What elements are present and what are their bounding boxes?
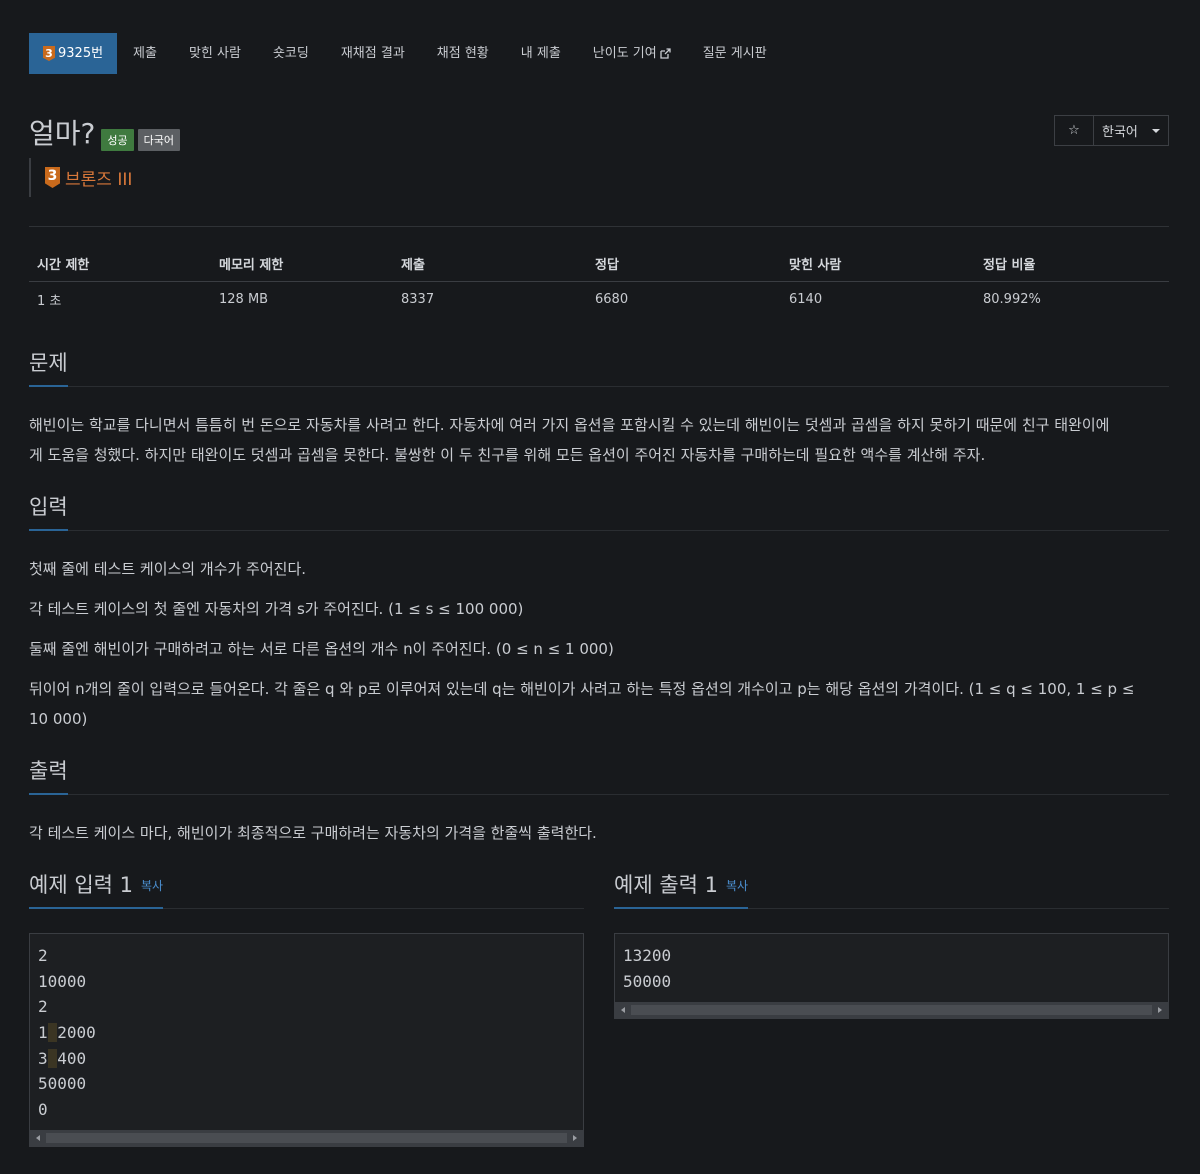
problem-page: 3 9325번 제출 맞힌 사람 숏코딩 재채점 결과 채점 현황 내 제출 난…: [0, 0, 1200, 1174]
value-solved-users: 6140: [789, 292, 823, 307]
sample-input-lines: 2 10000 2 1 2000 3 400 50000 0: [30, 934, 583, 1123]
sample-input-title: 예제 입력 1: [29, 873, 133, 897]
sample-input-token: 400: [57, 1048, 87, 1068]
sample-output-title: 예제 출력 1: [614, 873, 718, 897]
scrollbar-thumb[interactable]: [46, 1133, 567, 1143]
star-icon: ☆: [1068, 123, 1080, 138]
sample-output-heading: 예제 출력 1 복사: [614, 870, 749, 909]
language-select[interactable]: 한국어: [1094, 115, 1169, 146]
tier-name[interactable]: 브론즈 III: [65, 165, 132, 190]
bronze-tier-icon: 3: [43, 46, 55, 61]
tab-judge-status[interactable]: 채점 현황: [421, 33, 505, 74]
scroll-left-arrow-icon[interactable]: [36, 1135, 40, 1141]
value-time-limit: 1 초: [37, 294, 62, 309]
problem-stats-table: 시간 제한 메모리 제한 제출 정답 맞힌 사람 정답 비율 1 초 128 M…: [29, 246, 1169, 317]
external-link-icon: [660, 48, 671, 59]
tab-problem[interactable]: 3 9325번: [29, 33, 118, 74]
problem-tier: 3 브론즈 III: [29, 158, 132, 197]
stats-value-row: 1 초 128 MB 8337 6680 6140 80.992%: [29, 282, 1169, 317]
output-paragraph-1: 각 테스트 케이스 마다, 해빈이가 최종적으로 구매하려는 자동차의 가격을 …: [29, 824, 597, 842]
success-label: 성공: [101, 129, 134, 151]
multilang-label[interactable]: 다국어: [137, 129, 181, 151]
header-memory-limit: 메모리 제한: [219, 258, 284, 273]
problem-nav: 3 9325번 제출 맞힌 사람 숏코딩 재채점 결과 채점 현황 내 제출 난…: [29, 33, 783, 74]
tab-difficulty-label: 난이도 기여: [592, 46, 657, 61]
sample-input-heading: 예제 입력 1 복사: [29, 870, 164, 909]
input-paragraph-4-line: 뒤이어 n개의 줄이 입력으로 들어온다. 각 줄은 q 와 p로 이루어져 있…: [29, 680, 1135, 698]
header-submissions: 제출: [401, 258, 425, 273]
input-paragraph-3: 둘째 줄엔 해빈이가 구매하려고 하는 서로 다른 옵션의 개수 n이 주어진다…: [29, 640, 614, 658]
tab-my-submissions[interactable]: 내 제출: [505, 33, 577, 74]
value-memory-limit: 128 MB: [219, 292, 269, 307]
sample-output-box[interactable]: 13200 50000: [614, 933, 1169, 1019]
output-section-header: 출력: [29, 756, 1169, 795]
bronze-tier-icon: 3: [45, 167, 60, 188]
tab-rejudge-results[interactable]: 재채점 결과: [325, 33, 421, 74]
output-heading: 출력: [29, 756, 68, 795]
scrollbar-thumb[interactable]: [631, 1005, 1152, 1015]
scroll-right-arrow-icon[interactable]: [1158, 1007, 1162, 1013]
whitespace-highlight: [47, 1048, 58, 1068]
sample-input-line: 50000: [38, 1074, 87, 1094]
input-heading: 입력: [29, 492, 68, 531]
value-accepted: 6680: [595, 292, 629, 307]
language-select-value: 한국어: [1102, 125, 1138, 140]
favorite-star-button[interactable]: ☆: [1054, 115, 1094, 146]
input-paragraph-1: 첫째 줄에 테스트 케이스의 개수가 주어진다.: [29, 560, 307, 578]
copy-sample-input-button[interactable]: 복사: [141, 879, 163, 893]
tab-submit[interactable]: 제출: [117, 33, 173, 74]
sample-input-token: 1: [38, 1023, 48, 1043]
problem-title-row: 얼마? 성공 다국어: [29, 112, 181, 152]
tab-short-coding[interactable]: 숏코딩: [257, 33, 325, 74]
sample-input-line: 10000: [38, 971, 87, 991]
sample-input-line: 2: [38, 946, 48, 965]
scroll-right-arrow-icon[interactable]: [573, 1135, 577, 1141]
sample-output-line: 50000: [623, 971, 672, 991]
header-accept-ratio: 정답 비율: [983, 258, 1036, 273]
tab-solved-users[interactable]: 맞힌 사람: [173, 33, 257, 74]
tab-qna-board[interactable]: 질문 게시판: [687, 33, 783, 74]
sample-input-line: 3 400: [38, 1046, 575, 1072]
header-solved-users: 맞힌 사람: [789, 258, 842, 273]
divider: [29, 226, 1169, 227]
description-line: 게 도움을 청했다. 하지만 태완이도 덧셈과 곱셈을 못한다. 불쌍한 이 두…: [29, 446, 986, 464]
problem-title: 얼마?: [29, 117, 96, 150]
sample-input-line: 1 2000: [38, 1020, 575, 1046]
input-paragraph-2: 각 테스트 케이스의 첫 줄엔 자동차의 가격 s가 주어진다. (1 ≤ s …: [29, 600, 524, 618]
input-section-header: 입력: [29, 492, 1169, 531]
sample-input-line: 2: [38, 997, 48, 1017]
tab-difficulty-contribution[interactable]: 난이도 기여: [577, 33, 687, 74]
horizontal-scrollbar[interactable]: [30, 1130, 583, 1146]
sample-input-token: 3: [38, 1048, 48, 1068]
description-heading: 문제: [29, 348, 68, 387]
copy-sample-output-button[interactable]: 복사: [726, 879, 748, 893]
stats-header-row: 시간 제한 메모리 제한 제출 정답 맞힌 사람 정답 비율: [29, 246, 1169, 282]
description-text: 해빈이는 학교를 다니면서 틈틈히 번 돈으로 자동차를 사려고 한다. 자동차…: [29, 410, 1169, 470]
header-accepted: 정답: [595, 258, 619, 273]
title-actions: ☆ 한국어: [1054, 115, 1169, 146]
scroll-left-arrow-icon[interactable]: [621, 1007, 625, 1013]
description-section-header: 문제: [29, 348, 1169, 387]
whitespace-highlight: [47, 1023, 58, 1043]
input-paragraph-4-line: 10 000): [29, 710, 88, 728]
sample-output-lines: 13200 50000: [615, 934, 1168, 994]
caret-down-icon: [1152, 128, 1160, 133]
description-line: 해빈이는 학교를 다니면서 틈틈히 번 돈으로 자동차를 사려고 한다. 자동차…: [29, 416, 1110, 434]
sample-output-header: 예제 출력 1 복사: [614, 870, 1169, 909]
horizontal-scrollbar[interactable]: [615, 1002, 1168, 1018]
header-time-limit: 시간 제한: [37, 258, 90, 273]
sample-output-line: 13200: [623, 946, 672, 965]
sample-input-token: 2000: [57, 1023, 96, 1043]
problem-id-label: 9325번: [58, 46, 104, 61]
value-submissions: 8337: [401, 292, 435, 307]
sample-input-header: 예제 입력 1 복사: [29, 870, 584, 909]
sample-input-box[interactable]: 2 10000 2 1 2000 3 400 50000 0: [29, 933, 584, 1147]
value-accept-ratio: 80.992%: [983, 292, 1041, 307]
sample-input-line: 0: [38, 1100, 48, 1120]
input-paragraph-4: 뒤이어 n개의 줄이 입력으로 들어온다. 각 줄은 q 와 p로 이루어져 있…: [29, 674, 1169, 734]
